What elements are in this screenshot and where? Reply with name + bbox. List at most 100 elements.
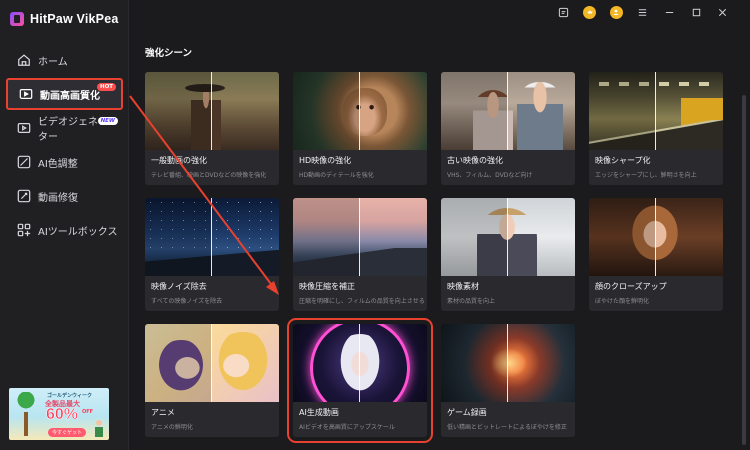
sidebar-item-label: 動画修復 (38, 192, 78, 204)
new-badge: NEW (97, 117, 118, 125)
scene-card-desc: 素材の品質を向上 (447, 298, 496, 305)
scene-thumbnail (293, 324, 427, 402)
compare-divider (507, 324, 508, 402)
sidebar-item-video-enhance[interactable]: 動画高画質化 HOT (6, 78, 123, 110)
window-controls (550, 0, 750, 24)
scene-card-desc: 低い精画とビットレートによるぼやけを修正 (447, 424, 567, 431)
compare-divider (211, 72, 212, 150)
sidebar-nav: ホーム 動画高画質化 HOT ビデオジェネレーター NEW AI色調整 動画修復… (6, 44, 123, 248)
scene-thumbnail (145, 324, 279, 402)
promo-top-text: ゴールデンウィーク (47, 393, 93, 399)
scene-card-general[interactable]: 一般動画の強化 テレビ番組、映画とDVDなどの映像を強化 (145, 72, 279, 185)
sidebar-item-video-repair[interactable]: 動画修復 (6, 180, 123, 212)
scene-card-desc: すべての映像ノイズを除去 (151, 298, 223, 305)
home-icon (17, 53, 31, 67)
color-adjust-icon (17, 155, 31, 169)
feedback-icon (558, 7, 568, 17)
scene-thumbnail (293, 198, 427, 276)
close-button[interactable] (709, 0, 736, 24)
promo-banner[interactable]: ゴールデンウィーク 全製品最大 60% OFF 今すぐゲット (9, 388, 109, 440)
video-enhance-icon (19, 87, 33, 101)
scene-card-title: 映像シャープ化 (595, 156, 651, 165)
menu-button[interactable] (630, 0, 657, 24)
scene-thumbnail (145, 72, 279, 150)
scene-card-desc: アニメの鮮明化 (151, 424, 193, 431)
maximize-icon (692, 8, 700, 16)
scene-card-desc: AIビデオを高画質にアップスケール (299, 424, 395, 431)
scene-card-compression[interactable]: 映像圧縮を補正 圧縮を明確にし、フィルムの品質を向上させる (293, 198, 427, 311)
toolbox-icon (17, 223, 31, 237)
compare-divider (359, 324, 360, 402)
scene-card-anime[interactable]: アニメ アニメの鮮明化 (145, 324, 279, 437)
scene-card-desc: エッジをシャープにし、鮮明さを向上 (595, 172, 697, 179)
sidebar-item-toolbox[interactable]: AIツールボックス (6, 214, 123, 246)
scene-card-old-footage[interactable]: 古い映像の強化 VHS、フィルム、DVDなど向け (441, 72, 575, 185)
scene-card-title: 古い映像の強化 (447, 156, 503, 165)
scene-thumbnail (441, 72, 575, 150)
scene-card-title: アニメ (151, 408, 175, 417)
compare-divider (359, 72, 360, 150)
sidebar-item-label: ホーム (38, 56, 68, 68)
scene-card-desc: VHS、フィルム、DVDなど向け (447, 172, 533, 179)
scene-card-sharpen[interactable]: 映像シャープ化 エッジをシャープにし、鮮明さを向上 (589, 72, 723, 185)
sidebar-item-home[interactable]: ホーム (6, 44, 123, 76)
sidebar-item-video-generator[interactable]: ビデオジェネレーター NEW (6, 112, 123, 144)
scene-thumbnail (145, 198, 279, 276)
compare-divider (211, 198, 212, 276)
scene-card-desc: HD動画のディテールを強化 (299, 172, 374, 179)
scene-thumbnail (441, 324, 575, 402)
sidebar-item-color-adjust[interactable]: AI色調整 (6, 146, 123, 178)
sidebar: HitPaw VikPea ホーム 動画高画質化 HOT ビデオジェネレーター … (0, 0, 129, 450)
compare-divider (507, 72, 508, 150)
minimize-button[interactable] (656, 0, 683, 24)
scene-card-hd[interactable]: HD映像の強化 HD動画のディテールを強化 (293, 72, 427, 185)
app-logo: HitPaw VikPea (10, 10, 119, 28)
section-title: 強化シーン (145, 48, 193, 59)
promo-percent: 60% (46, 406, 79, 424)
account-button[interactable] (603, 0, 630, 24)
menu-icon (639, 8, 647, 16)
compare-divider (211, 324, 212, 402)
app-logo-icon (10, 12, 24, 26)
promo-off: OFF (82, 409, 94, 415)
account-icon (609, 5, 623, 19)
promo-tree-illustration (11, 392, 41, 436)
video-generator-icon (17, 121, 31, 135)
scrollbar[interactable] (742, 95, 746, 445)
scene-thumbnail (293, 72, 427, 150)
compare-divider (655, 198, 656, 276)
app-title: HitPaw VikPea (30, 12, 119, 26)
scene-card-title: 映像素材 (447, 282, 479, 291)
maximize-button[interactable] (683, 0, 710, 24)
compare-divider (359, 198, 360, 276)
scene-card-title: ゲーム録画 (447, 408, 487, 417)
scene-card-title: 顔のクローズアップ (595, 282, 667, 291)
compare-divider (655, 72, 656, 150)
minimize-icon (665, 11, 674, 13)
sidebar-item-label: AI色調整 (38, 158, 78, 170)
scene-card-title: 映像ノイズ除去 (151, 282, 207, 291)
scene-card-desc: 圧縮を明確にし、フィルムの品質を向上させる (299, 298, 425, 305)
scene-card-game[interactable]: ゲーム録画 低い精画とビットレートによるぼやけを修正 (441, 324, 575, 437)
scene-card-title: 一般動画の強化 (151, 156, 207, 165)
promo-person-illustration (93, 419, 105, 437)
feedback-button[interactable] (550, 0, 577, 24)
scene-thumbnail (441, 198, 575, 276)
promo-button[interactable]: 今すぐゲット (48, 428, 87, 437)
compare-divider (507, 198, 508, 276)
coin-icon (583, 5, 597, 19)
scene-card-ai-generated[interactable]: AI生成動画 AIビデオを高画質にアップスケール (287, 318, 433, 443)
scene-card-face[interactable]: 顔のクローズアップ ぼやけた顔を鮮明化 (589, 198, 723, 311)
scene-card-title: AI生成動画 (299, 408, 339, 417)
scene-card-footage[interactable]: 映像素材 素材の品質を向上 (441, 198, 575, 311)
scene-card-desc: テレビ番組、映画とDVDなどの映像を強化 (151, 172, 267, 179)
scene-card-desc: ぼやけた顔を鮮明化 (595, 298, 650, 305)
hot-badge: HOT (96, 83, 116, 91)
sidebar-item-label: AIツールボックス (38, 226, 118, 238)
close-icon (719, 8, 727, 16)
scene-thumbnail (589, 198, 723, 276)
scene-card-title: 映像圧縮を補正 (299, 282, 355, 291)
scene-card-denoise[interactable]: 映像ノイズ除去 すべての映像ノイズを除去 (145, 198, 279, 311)
sidebar-item-label: 動画高画質化 (40, 90, 100, 102)
coin-button[interactable] (577, 0, 604, 24)
